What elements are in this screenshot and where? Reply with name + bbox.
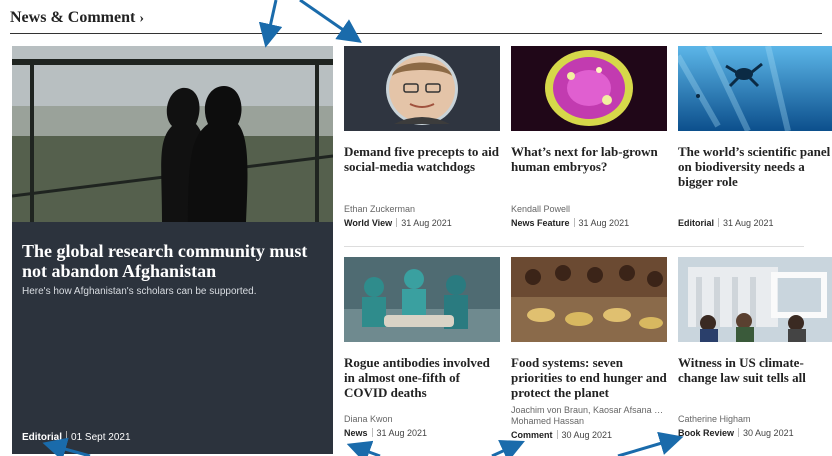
card-image[interactable]: [344, 46, 500, 131]
section-title: News & Comment: [10, 9, 136, 26]
card-meta: News 31 Aug 2021: [344, 428, 500, 438]
card-author: Ethan Zuckerman: [344, 204, 416, 214]
card-meta: Book Review 30 Aug 2021: [678, 428, 832, 438]
card-meta: Comment 30 Aug 2021: [511, 430, 667, 440]
card-author: Diana Kwon: [344, 414, 393, 424]
courthouse-protest-image: [678, 257, 832, 342]
meta-divider: [66, 431, 68, 441]
lead-meta: Editorial 01 Sept 2021: [22, 431, 131, 443]
card-title[interactable]: The world’s scientific panel on biodiver…: [678, 144, 832, 192]
meta-divider: [718, 218, 720, 227]
article-type: World View: [344, 218, 393, 228]
card-author: Kendall Powell: [511, 204, 571, 214]
children-eating-image: [511, 257, 667, 342]
underwater-image: [678, 46, 832, 131]
meta-divider: [738, 428, 740, 437]
card-title[interactable]: Demand five precepts to aid social-media…: [344, 144, 500, 192]
card-title[interactable]: Rogue antibodies involved in almost one-…: [344, 355, 500, 403]
article-type: Editorial: [678, 218, 715, 228]
card-image[interactable]: [344, 257, 500, 342]
chevron-right-icon: ›: [139, 11, 144, 26]
article-date: 31 Aug 2021: [578, 218, 630, 228]
lead-image[interactable]: [12, 46, 333, 222]
card-title[interactable]: Food systems: seven priorities to end hu…: [511, 355, 667, 403]
meta-divider: [556, 430, 558, 439]
article-date: 01 Sept 2021: [71, 432, 131, 443]
article-card[interactable]: Rogue antibodies involved in almost one-…: [344, 257, 500, 438]
article-type: Comment: [511, 430, 553, 440]
card-meta: World View 31 Aug 2021: [344, 218, 500, 228]
card-image[interactable]: [678, 46, 832, 131]
article-date: 30 Aug 2021: [561, 430, 613, 440]
meta-divider: [371, 428, 373, 437]
row-divider: [344, 246, 804, 247]
lead-article[interactable]: The global research community must not a…: [12, 46, 333, 454]
article-type: Book Review: [678, 428, 735, 438]
card-image[interactable]: [511, 257, 667, 342]
article-date: 30 Aug 2021: [743, 428, 794, 438]
meta-divider: [573, 218, 575, 227]
section-title-link[interactable]: News & Comment ›: [10, 9, 144, 26]
arrow-mark: [491, 440, 525, 456]
meta-divider: [396, 218, 398, 227]
arrow-mark: [617, 431, 684, 456]
article-card[interactable]: Witness in US climate-change law suit te…: [678, 257, 832, 438]
embryo-image: [511, 46, 667, 131]
icu-image: [344, 257, 500, 342]
card-author: [678, 204, 832, 215]
card-author: Joachim von Braun, Kaosar Afsana … Moham…: [511, 405, 664, 426]
article-date: 31 Aug 2021: [723, 218, 774, 228]
card-author: Catherine Higham: [678, 414, 751, 424]
article-card[interactable]: The world’s scientific panel on biodiver…: [678, 46, 832, 228]
article-date: 31 Aug 2021: [401, 218, 452, 228]
lead-photo: [12, 46, 333, 222]
article-type: Editorial: [22, 432, 63, 443]
article-card[interactable]: Food systems: seven priorities to end hu…: [511, 257, 667, 440]
card-meta: News Feature 31 Aug 2021: [511, 218, 667, 228]
lead-standfirst: Here's how Afghanistan's scholars can be…: [22, 286, 257, 297]
card-title[interactable]: Witness in US climate-change law suit te…: [678, 355, 832, 403]
lead-title[interactable]: The global research community must not a…: [22, 241, 322, 281]
article-card[interactable]: Demand five precepts to aid social-media…: [344, 46, 500, 228]
card-meta: Editorial 31 Aug 2021: [678, 218, 832, 228]
arrow-mark: [346, 440, 381, 456]
article-card[interactable]: What’s next for lab-grown human embryos?…: [511, 46, 667, 228]
article-type: News Feature: [511, 218, 570, 228]
card-image[interactable]: [511, 46, 667, 131]
article-date: 31 Aug 2021: [376, 428, 428, 438]
author-portrait: [386, 53, 458, 125]
section-header: News & Comment ›: [10, 9, 822, 34]
card-image[interactable]: [678, 257, 832, 342]
card-title[interactable]: What’s next for lab-grown human embryos?: [511, 144, 667, 192]
article-type: News: [344, 428, 368, 438]
